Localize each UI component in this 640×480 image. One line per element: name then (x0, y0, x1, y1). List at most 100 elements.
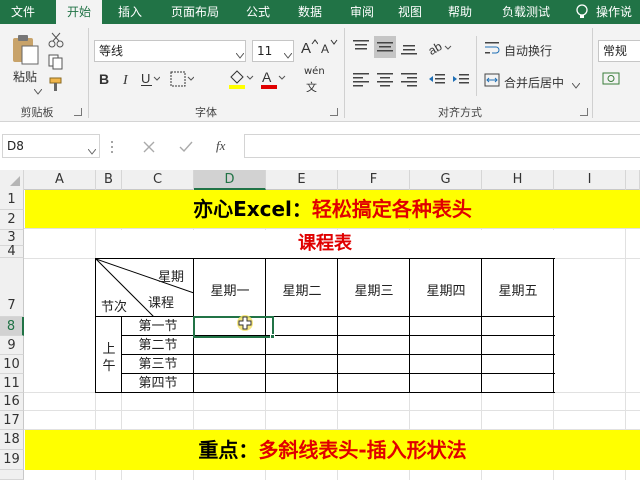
align-middle-icon[interactable] (374, 36, 396, 58)
fill-handle[interactable] (270, 334, 275, 339)
align-center-icon[interactable] (376, 70, 394, 88)
row-header-20[interactable] (0, 470, 24, 480)
column-header-h[interactable]: H (482, 170, 554, 190)
formula-input[interactable] (244, 134, 640, 158)
align-bottom-icon[interactable] (400, 38, 418, 56)
column-header-g[interactable]: G (410, 170, 482, 190)
paste-icon[interactable] (10, 34, 40, 66)
orientation-icon[interactable]: ab (426, 38, 452, 58)
header-course-label: 课程 (148, 296, 175, 311)
row-header-7[interactable]: 7 (0, 258, 24, 317)
wrap-text-icon[interactable] (484, 40, 500, 56)
schedule-title: 课程表 (96, 230, 554, 258)
row-header-16[interactable]: 16 (0, 393, 24, 411)
font-name-select[interactable]: 等线 (94, 40, 246, 62)
banner-highlight: 轻松搞定各种表头 (311, 197, 472, 221)
number-format-select[interactable]: 常规 (598, 40, 640, 62)
increase-indent-icon[interactable] (452, 70, 470, 88)
row-header-17[interactable]: 17 (0, 411, 24, 430)
banner-highlight: 多斜线表头-插入形状法 (258, 438, 467, 462)
svg-text:文: 文 (306, 80, 317, 92)
row-header-18[interactable]: 18 (0, 430, 24, 450)
section-label: 第二节 (138, 338, 178, 353)
chevron-down-icon[interactable] (283, 48, 293, 59)
tab-help[interactable]: 帮助 (438, 0, 482, 24)
chevron-down-icon[interactable] (87, 144, 97, 155)
format-painter-icon[interactable] (48, 76, 64, 92)
paste-button[interactable]: 粘贴 (10, 68, 40, 85)
tab-tell-me[interactable]: 操作说 (596, 0, 640, 24)
column-header-d[interactable]: D (194, 170, 266, 190)
font-launcher-icon[interactable] (330, 108, 338, 116)
column-header-i[interactable]: I (554, 170, 626, 190)
tab-page-layout[interactable]: 页面布局 (160, 0, 230, 24)
decrease-indent-icon[interactable] (428, 70, 446, 88)
tab-insert[interactable]: 插入 (108, 0, 152, 24)
row-header-2[interactable]: 2 (0, 210, 24, 230)
italic-icon[interactable]: I (120, 70, 134, 88)
column-header-b[interactable]: B (96, 170, 122, 190)
chevron-down-icon[interactable] (571, 78, 581, 89)
fill-color-icon[interactable] (228, 68, 254, 90)
copy-icon[interactable] (48, 54, 64, 70)
row-header-10[interactable]: 10 (0, 355, 24, 374)
column-header-a[interactable]: A (24, 170, 96, 190)
banner-prefix: 亦心Excel： (193, 197, 312, 221)
column-header-c[interactable]: C (122, 170, 194, 190)
tab-data[interactable]: 数据 (288, 0, 332, 24)
font-group-label: 字体 (195, 106, 217, 119)
name-box[interactable]: D8 (2, 134, 100, 158)
svg-text:A: A (301, 40, 311, 56)
phonetic-guide-button[interactable]: wén (304, 66, 325, 77)
lightbulb-icon[interactable] (576, 4, 588, 20)
column-header-e[interactable]: E (266, 170, 338, 190)
ribbon-divider (344, 28, 345, 118)
cut-icon[interactable] (48, 32, 64, 48)
tab-view[interactable]: 视图 (388, 0, 432, 24)
align-right-icon[interactable] (400, 70, 418, 88)
title-banner: 亦心Excel：轻松搞定各种表头 (25, 190, 640, 228)
svg-text:I: I (122, 73, 129, 88)
wrap-text-button[interactable]: 自动换行 (504, 42, 552, 59)
section-label: 第三节 (138, 357, 178, 372)
cancel-icon[interactable] (142, 140, 156, 154)
phonetic-icon: 文 (306, 80, 320, 94)
tab-formulas[interactable]: 公式 (236, 0, 280, 24)
currency-icon[interactable] (602, 70, 622, 88)
clipboard-launcher-icon[interactable] (74, 108, 82, 116)
bold-icon[interactable]: B (98, 70, 112, 88)
ribbon-divider (592, 28, 593, 118)
tab-review[interactable]: 审阅 (340, 0, 384, 24)
tab-load-test[interactable]: 负载测试 (494, 0, 558, 24)
drag-handle-icon[interactable] (110, 140, 114, 154)
chevron-down-icon[interactable] (235, 48, 245, 59)
enter-icon[interactable] (178, 140, 194, 154)
tab-home[interactable]: 开始 (56, 0, 102, 24)
column-header-j[interactable] (626, 170, 640, 190)
row-header-8[interactable]: 8 (0, 317, 24, 336)
chevron-down-icon[interactable] (33, 84, 43, 95)
day-header: 星期三 (354, 284, 394, 299)
insert-function-button[interactable]: fx (216, 138, 225, 154)
alignment-launcher-icon[interactable] (580, 108, 588, 116)
column-header-f[interactable]: F (338, 170, 410, 190)
select-all-corner[interactable] (0, 170, 24, 190)
row-header-9[interactable]: 9 (0, 336, 24, 355)
selected-cell-d8[interactable] (193, 316, 274, 338)
merge-center-button[interactable]: 合并后居中 (504, 74, 564, 91)
svg-text:A: A (321, 42, 329, 56)
merge-center-icon[interactable] (484, 72, 500, 88)
align-top-icon[interactable] (352, 38, 370, 56)
decrease-font-icon[interactable]: A (320, 38, 338, 56)
underline-icon[interactable]: U (140, 70, 161, 88)
increase-font-icon[interactable]: A (300, 38, 319, 57)
row-header-11[interactable]: 11 (0, 374, 24, 393)
row-header-4[interactable]: 4 (0, 245, 24, 258)
tab-file[interactable]: 文件 (0, 0, 46, 24)
borders-icon[interactable] (170, 70, 195, 88)
row-header-19[interactable]: 19 (0, 450, 24, 470)
font-color-icon[interactable]: A (260, 68, 286, 90)
section-label: 第四节 (138, 376, 178, 391)
align-left-icon[interactable] (352, 70, 370, 88)
row-header-1[interactable]: 1 (0, 190, 24, 210)
